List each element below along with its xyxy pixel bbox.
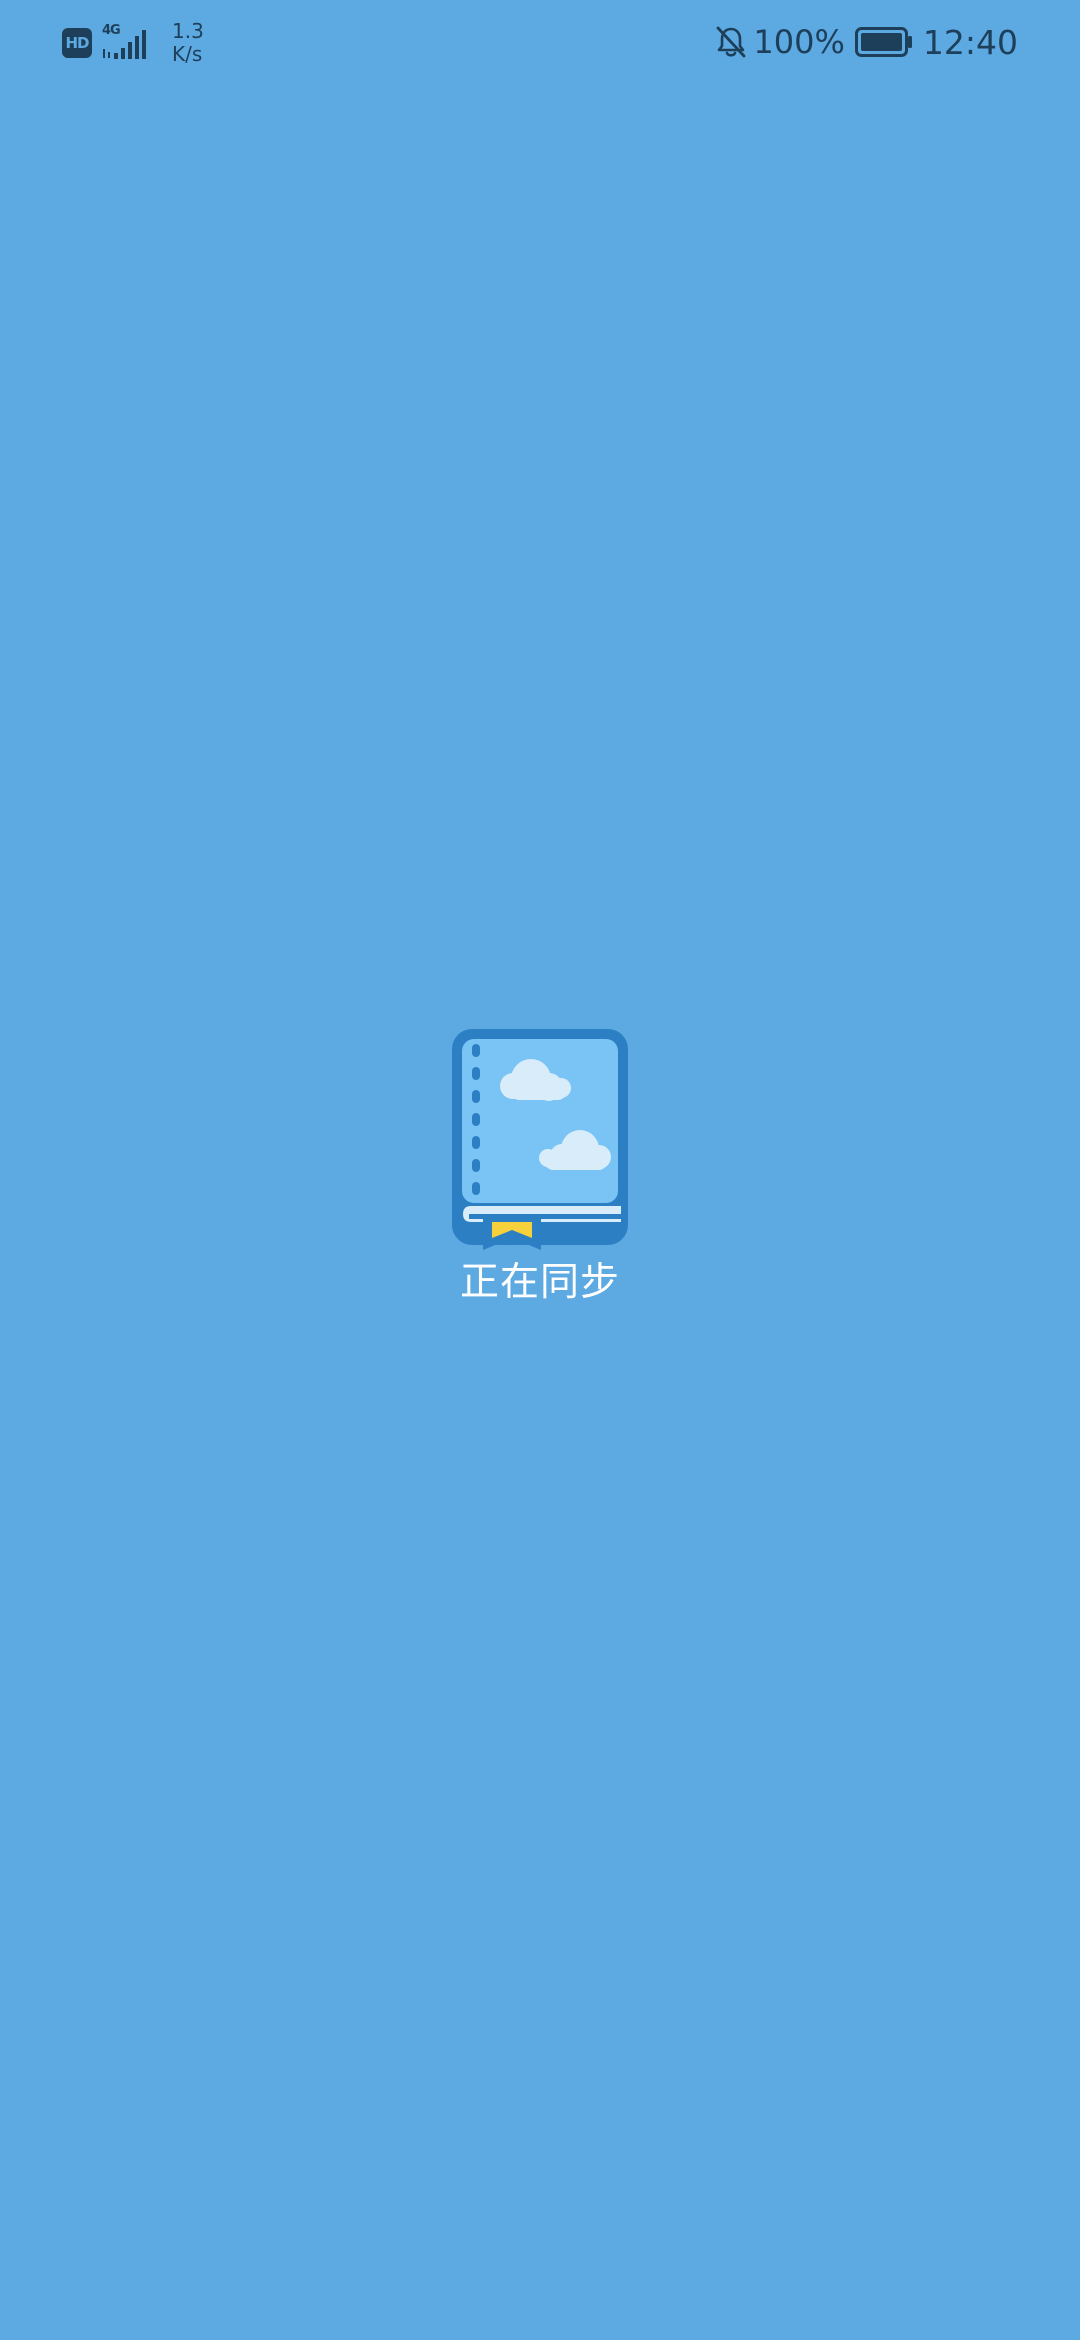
battery-percentage: 100% xyxy=(753,23,845,61)
status-left-group: HD 4G 1.3 K/s xyxy=(62,18,204,68)
network-speed-value: 1.3 xyxy=(172,19,204,43)
bell-off-icon xyxy=(717,26,746,58)
sync-screen: 正在同步 xyxy=(0,1026,1080,1308)
signal-icon: 4G xyxy=(100,23,154,61)
book-icon xyxy=(452,1029,628,1250)
clock-time: 12:40 xyxy=(922,22,1018,62)
sync-status-text: 正在同步 xyxy=(459,1260,620,1305)
status-right-group: 100% 12:40 xyxy=(713,18,1018,66)
network-speed-unit: K/s xyxy=(172,42,203,66)
signal-bars-icon xyxy=(103,30,146,59)
status-bar: HD 4G 1.3 K/s 100% 12:40 xyxy=(0,0,1080,84)
network-speed: 1.3 K/s xyxy=(172,20,204,66)
battery-icon xyxy=(854,27,912,57)
hd-icon: HD xyxy=(62,28,92,58)
